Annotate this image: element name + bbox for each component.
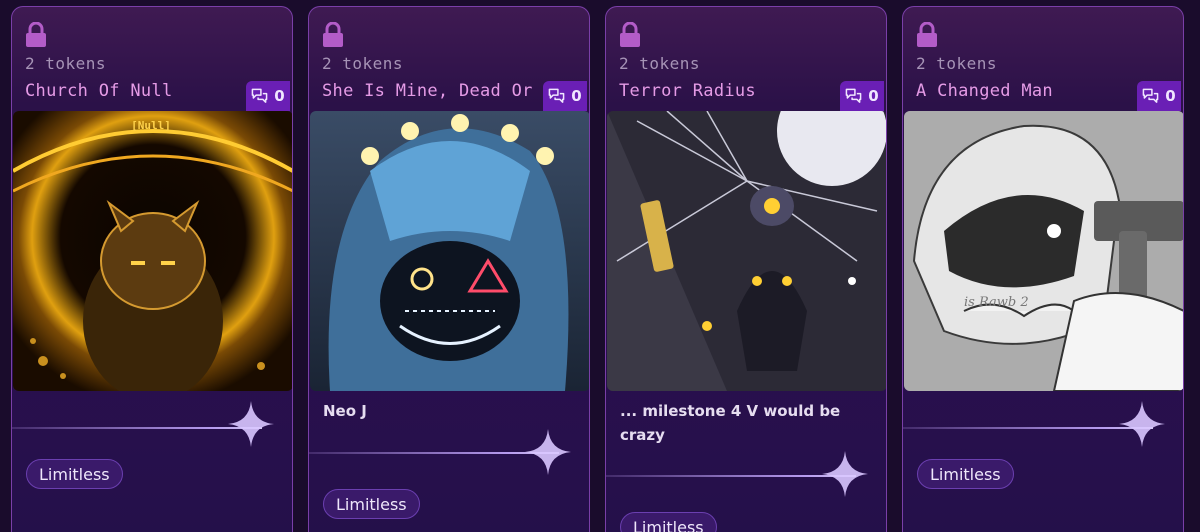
character-image[interactable]: is Rawb 2	[904, 111, 1183, 391]
chat-bubbles-icon	[1142, 88, 1159, 103]
divider	[309, 452, 559, 454]
character-card[interactable]: 2 tokens Terror Radius 0 ... milestone 4…	[605, 6, 887, 532]
divider	[903, 427, 1153, 429]
token-count: 2 tokens	[25, 54, 107, 73]
card-title[interactable]: She Is Mine, Dead Or Ali	[322, 81, 557, 101]
token-count: 2 tokens	[322, 54, 404, 73]
character-image[interactable]: [Null]	[13, 111, 292, 391]
character-image[interactable]	[310, 111, 589, 391]
sparkle-icon	[525, 429, 571, 475]
chat-count-badge[interactable]: 0	[1137, 81, 1181, 111]
chat-count: 0	[868, 87, 879, 105]
art-label: [Null]	[131, 119, 171, 132]
tag-limitless[interactable]: Limitless	[620, 512, 717, 532]
character-card[interactable]: 2 tokens She Is Mine, Dead Or Ali 0 Neo …	[308, 6, 590, 532]
divider	[606, 475, 856, 477]
lock-icon	[917, 22, 937, 47]
tag-limitless[interactable]: Limitless	[26, 459, 123, 489]
chat-count-badge[interactable]: 0	[246, 81, 290, 111]
character-card[interactable]: 2 tokens Church Of Null 0 [Null] Limitle…	[11, 6, 293, 532]
art-label: is Rawb 2	[964, 295, 1029, 310]
card-description: Neo J	[323, 402, 367, 420]
chat-bubbles-icon	[251, 88, 268, 103]
chat-count-badge[interactable]: 0	[543, 81, 587, 111]
chat-count: 0	[274, 87, 285, 105]
sparkle-icon	[1119, 401, 1165, 447]
divider	[12, 427, 262, 429]
chat-bubbles-icon	[845, 88, 862, 103]
tag-limitless[interactable]: Limitless	[323, 489, 420, 519]
sparkle-icon	[228, 401, 274, 447]
lock-icon	[323, 22, 343, 47]
card-description: ... milestone 4 V would be crazy	[620, 402, 841, 444]
chat-count: 0	[571, 87, 582, 105]
character-card-grid: 2 tokens Church Of Null 0 [Null] Limitle…	[0, 0, 1200, 532]
chat-bubbles-icon	[548, 88, 565, 103]
chat-count-badge[interactable]: 0	[840, 81, 884, 111]
token-count: 2 tokens	[916, 54, 998, 73]
tag-limitless[interactable]: Limitless	[917, 459, 1014, 489]
token-count: 2 tokens	[619, 54, 701, 73]
lock-icon	[620, 22, 640, 47]
sparkle-icon	[822, 451, 868, 497]
chat-count: 0	[1165, 87, 1176, 105]
lock-icon	[26, 22, 46, 47]
character-card[interactable]: 2 tokens A Changed Man 0 is Rawb 2 Limit…	[902, 6, 1184, 532]
character-image[interactable]	[607, 111, 886, 391]
